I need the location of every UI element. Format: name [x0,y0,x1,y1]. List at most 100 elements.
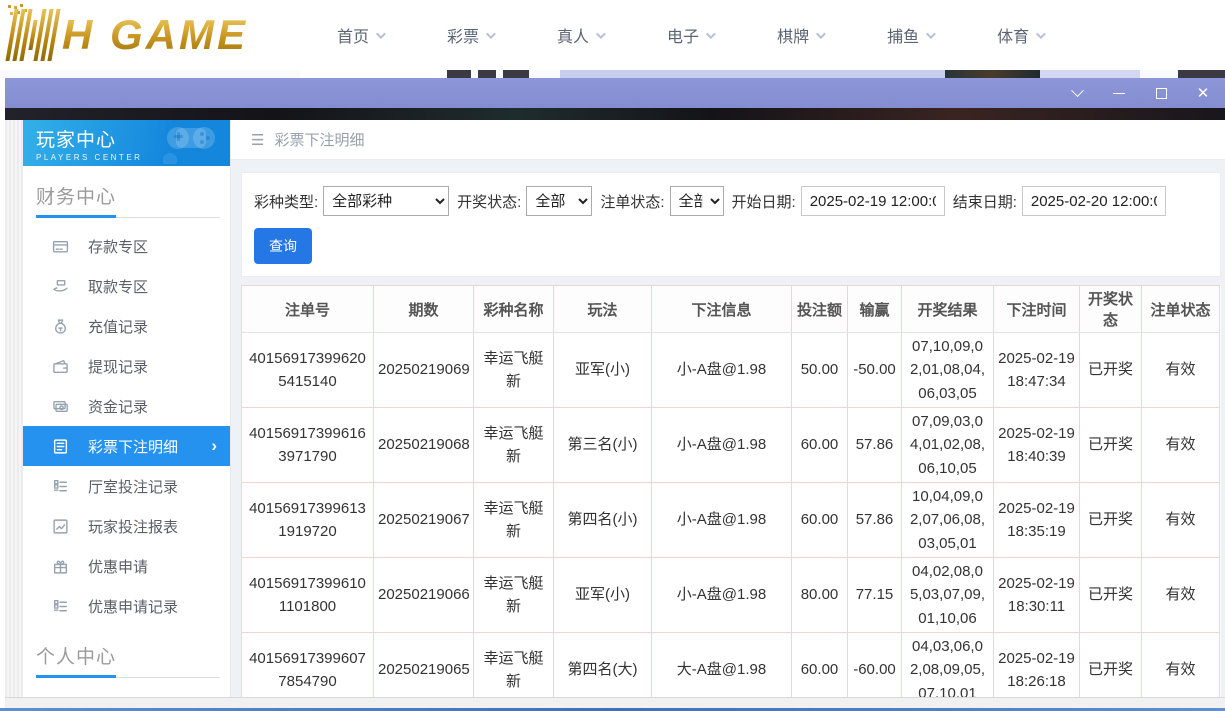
order-status-label: 注单状态: [600,191,664,212]
table-cell: 401569173996131919720 [242,483,374,558]
sidebar-item-promo-apply[interactable]: 优惠申请 [23,546,230,586]
table-cell: 04,02,08,05,03,07,09,01,10,06 [902,558,994,633]
page-title: 彩票下注明细 [274,129,364,150]
table-cell: 亚军(小) [554,333,652,408]
sidebar-item-withdraw-zone[interactable]: 取款专区 [23,266,230,306]
start-date-input[interactable] [801,186,945,216]
table-cell: 第四名(大) [554,633,652,698]
clipped-banner-image [5,108,1225,120]
table-cell: 大-A盘@1.98 [652,633,792,698]
sidebar-item-funds-records[interactable]: 资金记录 [23,386,230,426]
table-cell: 401569173996163971790 [242,408,374,483]
nav-item-fishing[interactable]: 捕鱼 [855,23,965,47]
chevron-down-icon [1071,84,1084,97]
chevron-down-icon [376,29,386,39]
window-close-button[interactable]: ✕ [1195,85,1211,101]
lottery-type-select[interactable]: 全部彩种 [323,186,449,216]
table-row: 40156917399610110180020250219066幸运飞艇新亚军(… [242,558,1220,633]
table-cell: 57.86 [848,408,902,483]
sidebar-item-recharge-records[interactable]: 充值记录 [23,306,230,346]
sidebar-item-lottery-bet-detail[interactable]: 彩票下注明细› [23,426,230,466]
nav-item-slots[interactable]: 电子 [635,23,745,47]
draw-status-select[interactable]: 全部 [526,186,592,216]
hamburger-menu-icon[interactable]: ☰ [251,131,264,149]
sidebar-section-finance: 财务中心 存款专区取款专区充值记录提现记录资金记录彩票下注明细›厅室投注记录玩家… [23,182,230,626]
table-cell: 已开奖 [1080,408,1142,483]
table-cell: 10,04,09,02,07,06,08,03,05,01 [902,483,994,558]
nav-item-lottery[interactable]: 彩票 [415,23,525,47]
sidebar-item-label: 玩家投注报表 [88,516,178,537]
chevron-down-icon [1036,29,1046,39]
table-cell: -50.00 [848,333,902,408]
table-cell: 幸运飞艇新 [474,558,554,633]
nav-item-sports[interactable]: 体育 [965,23,1075,47]
sidebar-section-personal: 个人中心 消息公告 [23,642,230,697]
sidebar-item-label: 提现记录 [88,356,148,377]
sidebar-item-deposit-zone[interactable]: 存款专区 [23,226,230,266]
screen: H GAME 首页 彩票 真人 电子 棋牌 捕鱼 体育 ✕ [0,0,1225,711]
table-cell: 有效 [1142,333,1220,408]
sidebar-item-label: 厅室投注记录 [88,476,178,497]
window-collapse-button[interactable] [1069,85,1085,101]
window-minimize-button[interactable] [1111,85,1127,101]
sidebar-item-message-announcements[interactable]: 消息公告 [23,686,230,697]
table-cell: 幸运飞艇新 [474,633,554,698]
table-cell: 04,03,06,02,08,09,05,07,10,01 [902,633,994,698]
table-cell: 已开奖 [1080,633,1142,698]
minimize-icon [1113,93,1125,94]
column-header: 下注时间 [994,286,1080,333]
table-cell: 50.00 [792,333,848,408]
window-maximize-button[interactable] [1153,85,1169,101]
table-cell: 幸运飞艇新 [474,333,554,408]
hall-list-icon [52,478,69,495]
column-header: 玩法 [554,286,652,333]
sidebar-item-label: 充值记录 [88,316,148,337]
site-logo[interactable]: H GAME [10,4,248,66]
table-cell: 有效 [1142,408,1220,483]
withdraw-icon [52,278,69,295]
main-navigation: 首页 彩票 真人 电子 棋牌 捕鱼 体育 [305,0,1075,70]
order-status-select[interactable]: 全部 [670,186,724,216]
sidebar-item-player-bet-report[interactable]: 玩家投注报表 [23,506,230,546]
column-header: 期数 [374,286,474,333]
nav-item-home[interactable]: 首页 [305,23,415,47]
sidebar-item-hall-bet-records[interactable]: 厅室投注记录 [23,466,230,506]
nav-label: 电子 [667,23,699,47]
window-titlebar[interactable]: ✕ [5,78,1225,108]
chevron-down-icon [706,29,716,39]
table-cell: 57.86 [848,483,902,558]
sidebar-item-promo-apply-records[interactable]: 优惠申请记录 [23,586,230,626]
table-cell: 已开奖 [1080,483,1142,558]
nav-item-live[interactable]: 真人 [525,23,635,47]
sidebar-item-withdrawal-records[interactable]: 提现记录 [23,346,230,386]
section-underline [36,675,220,678]
nav-label: 首页 [337,23,369,47]
table-cell: 77.15 [848,558,902,633]
chevron-down-icon [926,29,936,39]
nav-item-board-games[interactable]: 棋牌 [745,23,855,47]
query-button[interactable]: 查询 [254,228,312,264]
banknotes-icon [52,398,69,415]
table-cell: 幸运飞艇新 [474,483,554,558]
nav-label: 捕鱼 [887,23,919,47]
table-cell: 401569173996077854790 [242,633,374,698]
report-icon [52,518,69,535]
table-cell: 已开奖 [1080,558,1142,633]
table-cell: 小-A盘@1.98 [652,483,792,558]
main-panel: ☰ 彩票下注明细 彩种类型: 全部彩种 开奖状态: 全部 [231,120,1225,697]
logo-text: H GAME [62,11,248,59]
table-cell: 20250219066 [374,558,474,633]
table-cell: 20250219068 [374,408,474,483]
logo-striped-h-icon [10,7,56,63]
table-cell: 第四名(小) [554,483,652,558]
table-cell: 小-A盘@1.98 [652,408,792,483]
bet-table: 注单号期数彩种名称玩法下注信息投注额输赢开奖结果下注时间开奖状态注单状态 401… [241,285,1220,697]
table-cell: 小-A盘@1.98 [652,558,792,633]
table-cell: 60.00 [792,483,848,558]
records-icon [52,598,69,615]
sidebar-item-label: 取款专区 [88,276,148,297]
end-date-input[interactable] [1022,186,1166,216]
column-header: 开奖结果 [902,286,994,333]
sidebar-header: 玩家中心 PLAYERS CENTER [23,120,230,166]
bank-card-icon [52,238,69,255]
